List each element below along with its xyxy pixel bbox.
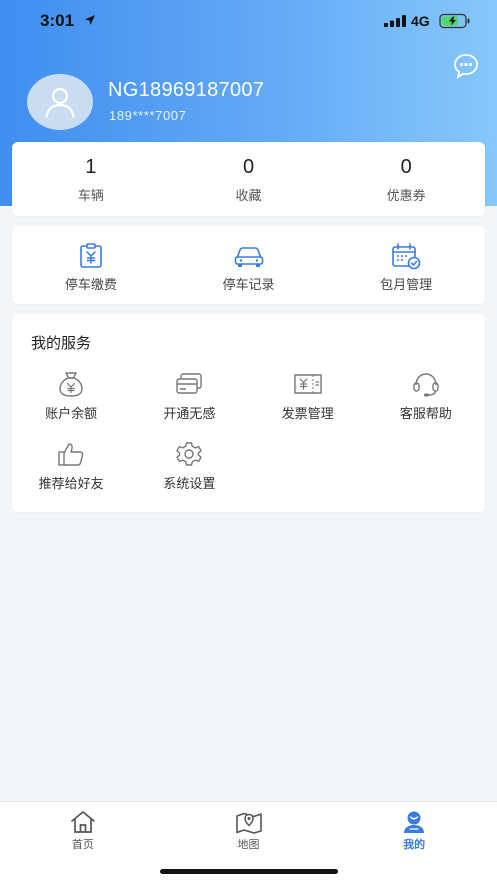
- user-avatar-icon: [45, 87, 75, 119]
- services-card: 我的服务 账户余额 开通无感 发票管理 客服帮助 推荐给好友 系统设置: [12, 314, 485, 512]
- quick-actions-card: 停车缴费 停车记录 包月管理: [12, 226, 485, 304]
- service-invoice[interactable]: 发票管理: [249, 370, 367, 422]
- services-title: 我的服务: [31, 334, 92, 352]
- network-type: 4G: [411, 13, 430, 29]
- parking-fee-icon: [80, 243, 102, 268]
- stat-label: 车辆: [77, 189, 104, 204]
- status-bar: 3:01 4G: [0, 0, 497, 44]
- tab-home[interactable]: 首页: [0, 802, 166, 884]
- home-icon: [70, 811, 95, 833]
- card-icon: [176, 373, 203, 394]
- tab-label: 我的: [403, 838, 426, 851]
- username: NG18969187007: [108, 79, 265, 101]
- home-indicator: [160, 869, 338, 874]
- service-label: 发票管理: [281, 407, 334, 422]
- service-label: 账户余额: [45, 407, 98, 422]
- tab-mine[interactable]: 我的: [331, 802, 497, 884]
- parking-record-button[interactable]: 停车记录: [170, 226, 328, 304]
- stat-vehicles[interactable]: 1 车辆: [12, 142, 170, 216]
- service-system-settings[interactable]: 系统设置: [130, 440, 248, 492]
- map-icon: [235, 812, 262, 834]
- stat-value: 0: [242, 156, 255, 178]
- quick-label: 停车缴费: [64, 278, 117, 293]
- car-icon: [234, 247, 263, 267]
- headset-icon: [413, 373, 439, 397]
- stat-favorites[interactable]: 0 收藏: [170, 142, 328, 216]
- services-grid: 账户余额 开通无感 发票管理 客服帮助 推荐给好友 系统设置: [12, 370, 485, 492]
- stat-value: 1: [85, 156, 97, 178]
- status-time: 3:01: [40, 11, 75, 30]
- avatar[interactable]: [27, 74, 93, 130]
- parking-fee-button[interactable]: 停车缴费: [12, 226, 170, 304]
- tab-label: 地图: [237, 838, 260, 851]
- battery-icon: [439, 13, 470, 29]
- service-open-sensorless[interactable]: 开通无感: [130, 370, 248, 422]
- thumbs-up-icon: [58, 443, 84, 466]
- location-arrow-icon: [85, 15, 95, 25]
- user-icon: [404, 811, 425, 833]
- stat-label: 优惠券: [386, 189, 426, 204]
- stat-value: 0: [400, 156, 412, 178]
- quick-label: 包月管理: [380, 278, 433, 293]
- gear-icon: [176, 442, 203, 466]
- quick-label: 停车记录: [222, 278, 275, 293]
- stats-card: 1 车辆 0 收藏 0 优惠券: [12, 142, 485, 216]
- invoice-icon: [293, 374, 322, 394]
- service-label: 推荐给好友: [38, 477, 104, 492]
- phone-number: 189****7007: [109, 108, 187, 123]
- service-customer-help[interactable]: 客服帮助: [367, 370, 485, 422]
- stat-label: 收藏: [235, 189, 262, 204]
- message-chat-icon[interactable]: [453, 53, 479, 79]
- service-recommend-friend[interactable]: 推荐给好友: [12, 440, 130, 492]
- service-label: 开通无感: [163, 407, 216, 422]
- service-label: 系统设置: [163, 477, 216, 492]
- monthly-manage-button[interactable]: 包月管理: [327, 226, 485, 304]
- tab-label: 首页: [71, 838, 94, 851]
- signal-icon: [384, 15, 406, 27]
- calendar-icon: [392, 243, 421, 270]
- stat-coupons[interactable]: 0 优惠券: [327, 142, 485, 216]
- money-bag-icon: [59, 372, 83, 397]
- service-label: 客服帮助: [399, 407, 452, 422]
- service-account-balance[interactable]: 账户余额: [12, 370, 130, 422]
